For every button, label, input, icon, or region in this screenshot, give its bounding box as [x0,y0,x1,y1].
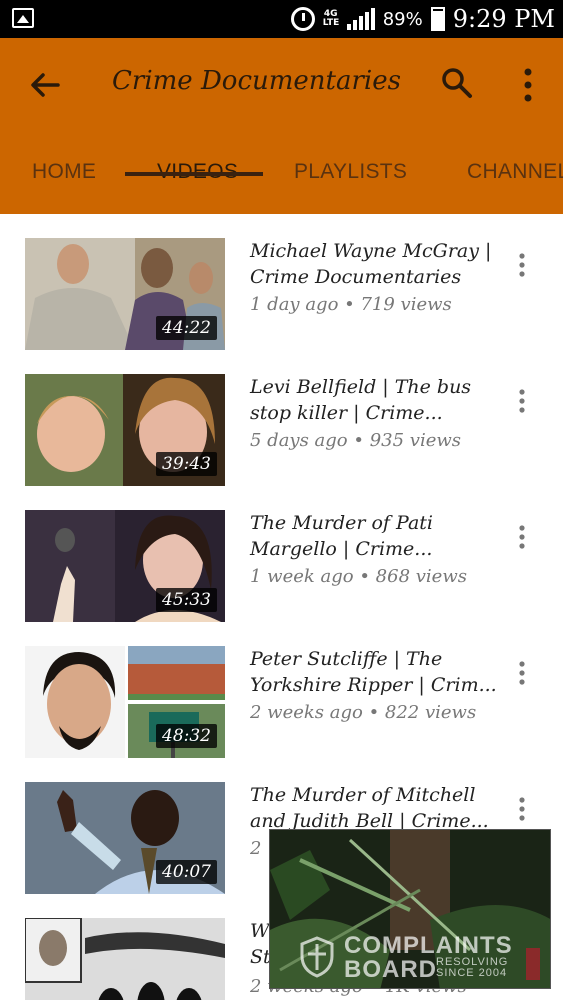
shield-logo [300,936,334,978]
tab-bar: HOME VIDEOS PLAYLISTS CHANNEL [0,152,563,214]
video-thumbnail[interactable] [25,918,225,1000]
video-duration: 40:07 [156,860,217,884]
more-vert-icon[interactable] [514,524,530,550]
video-meta: 1 day ago • 719 views [250,294,452,315]
video-thumbnail[interactable]: 48:32 [25,646,225,758]
more-vert-icon[interactable] [514,796,530,822]
tab-home[interactable]: HOME [32,160,96,184]
app-bar: Crime Documentaries HOME VIDEOS PLAYLIST… [0,38,563,214]
video-thumbnail[interactable]: 44:22 [25,238,225,350]
more-vert-icon[interactable] [514,660,530,686]
status-bar: 4G LTE 89% 9:29 PM [0,0,563,38]
clock: 9:29 PM [452,5,555,33]
more-vert-icon[interactable] [516,66,540,104]
image-icon [12,8,34,28]
watermark-line-3: RESOLVING SINCE 2004 [436,956,509,979]
video-thumbnail[interactable]: 40:07 [25,782,225,894]
video-item[interactable]: 44:22 Michael Wayne McGray | Crime Docume… [0,214,563,350]
video-title[interactable]: The Murder of Mitchell and Judith Bell | … [250,782,498,834]
video-meta: 5 days ago • 935 views [250,430,462,451]
video-title[interactable]: The Murder of Pati Margello | Crime... [250,510,498,562]
tab-channels[interactable]: CHANNEL [467,160,563,184]
watermark-line-2: BOARD [344,956,437,983]
back-arrow-icon[interactable] [28,68,62,102]
video-title[interactable]: Peter Sutcliffe | The Yorkshire Ripper | … [250,646,498,698]
video-title[interactable]: Michael Wayne McGray | Crime Documentarie… [250,238,498,290]
status-icons: 4G LTE 89% 9:29 PM [290,4,555,34]
tab-playlists[interactable]: PLAYLISTS [294,160,407,184]
active-tab-indicator [125,172,263,176]
video-meta: 2 [250,838,262,859]
video-title[interactable]: Levi Bellfield | The bus stop killer | Cr… [250,374,498,426]
more-vert-icon[interactable] [514,388,530,414]
video-item[interactable]: 45:33 The Murder of Pati Margello | Crime… [0,486,563,622]
video-item[interactable]: 39:43 Levi Bellfield | The bus stop kille… [0,350,563,486]
search-icon[interactable] [440,66,474,100]
alarm-icon [290,7,315,31]
video-thumbnail[interactable]: 39:43 [25,374,225,486]
video-item[interactable]: 48:32 Peter Sutcliffe | The Yorkshire Rip… [0,622,563,758]
video-duration: 44:22 [156,316,217,340]
video-meta: 1 week ago • 868 views [250,566,467,587]
battery-charging-icon [430,7,445,31]
video-thumbnail[interactable]: 45:33 [25,510,225,622]
video-duration: 45:33 [156,588,217,612]
video-duration: 39:43 [156,452,217,476]
network-type: 4G LTE [322,9,340,28]
more-vert-icon[interactable] [514,252,530,278]
video-duration: 48:32 [156,724,217,748]
battery-percent: 89% [382,8,423,30]
video-meta: 2 weeks ago • 822 views [250,702,477,723]
signal-icon [346,8,375,30]
channel-title: Crime Documentaries [112,66,401,96]
